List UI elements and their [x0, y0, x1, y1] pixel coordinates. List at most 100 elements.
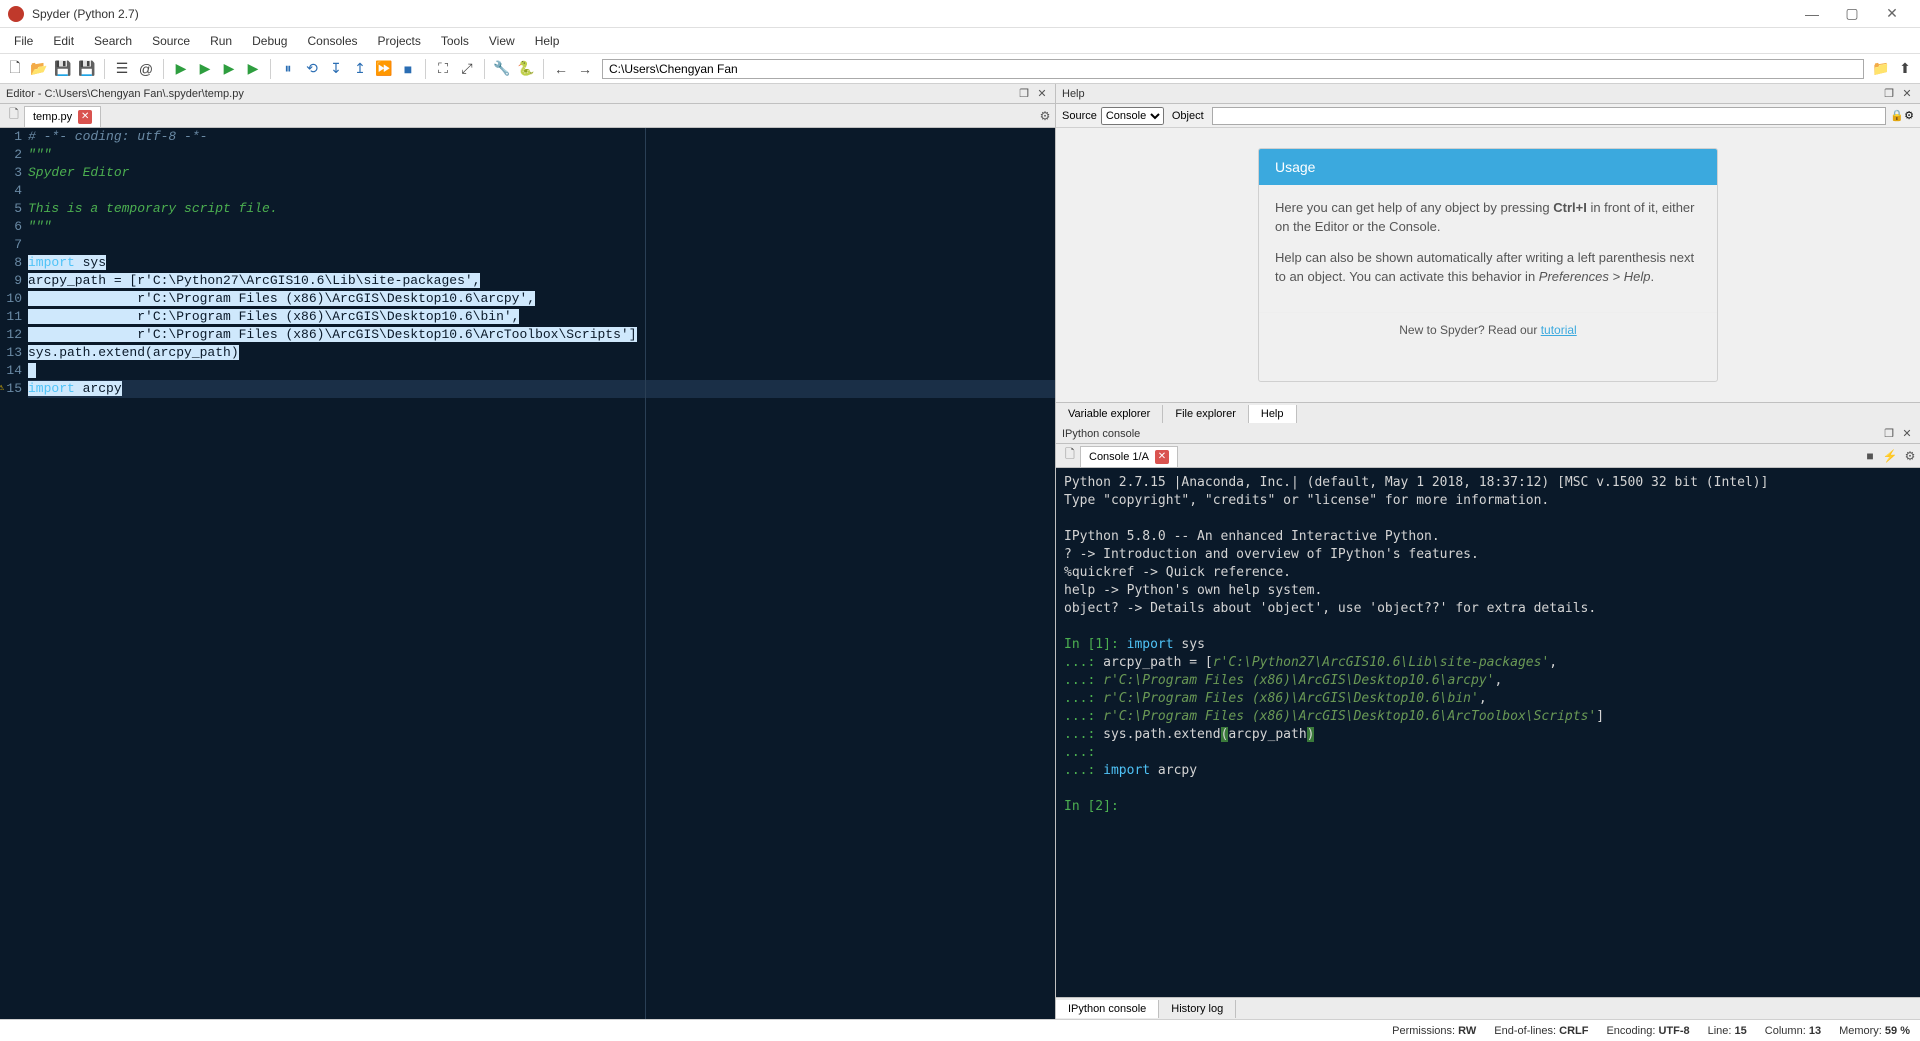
fullscreen-icon[interactable]: ⤢ — [456, 58, 478, 80]
undock-icon[interactable]: ❐ — [1882, 427, 1896, 440]
run-icon[interactable]: ▶ — [170, 58, 192, 80]
interrupt-icon[interactable]: ⚡ — [1880, 449, 1900, 463]
minimize-button[interactable]: — — [1792, 6, 1832, 22]
close-pane-icon[interactable]: ✕ — [1900, 427, 1914, 440]
toolbar: 🗋 📂 💾 💾 ☰ @ ▶ ▶ ▶ ▶ ⏸ ⟲ ↧ ↥ ⏩ ■ ⛶ ⤢ 🔧 🐍 … — [0, 54, 1920, 84]
options-icon[interactable]: ⚙ — [1900, 449, 1920, 463]
menu-run[interactable]: Run — [200, 30, 242, 52]
line-number: 1 — [0, 128, 22, 146]
code-editor[interactable]: 123456789101112131415 # -*- coding: utf-… — [0, 128, 1055, 1019]
source-label: Source — [1062, 110, 1097, 122]
menu-edit[interactable]: Edit — [43, 30, 84, 52]
step-icon[interactable]: ⟲ — [301, 58, 323, 80]
tab-history-log[interactable]: History log — [1159, 1000, 1236, 1018]
help-pane-title: Help — [1062, 88, 1878, 100]
close-pane-icon[interactable]: ✕ — [1035, 87, 1049, 100]
code-line[interactable]: """ — [28, 146, 1055, 164]
line-number: 13 — [0, 344, 22, 362]
tab-file-explorer[interactable]: File explorer — [1163, 405, 1249, 423]
undock-icon[interactable]: ❐ — [1882, 87, 1896, 100]
tab-help[interactable]: Help — [1249, 405, 1297, 423]
run-selection-icon[interactable]: ▶ — [242, 58, 264, 80]
save-icon[interactable]: 💾 — [52, 58, 74, 80]
run-cell-advance-icon[interactable]: ▶ — [218, 58, 240, 80]
forward-icon[interactable]: → — [574, 58, 596, 80]
menu-file[interactable]: File — [4, 30, 43, 52]
window-title: Spyder (Python 2.7) — [32, 7, 1792, 21]
main-area: Editor - C:\Users\Chengyan Fan\.spyder\t… — [0, 84, 1920, 1019]
code-line[interactable] — [28, 362, 1055, 380]
close-pane-icon[interactable]: ✕ — [1900, 87, 1914, 100]
menu-debug[interactable]: Debug — [242, 30, 297, 52]
source-select[interactable]: Console — [1101, 107, 1164, 125]
tab-ipython-console[interactable]: IPython console — [1056, 1000, 1159, 1018]
code-line[interactable]: import arcpy — [28, 380, 1055, 398]
save-all-icon[interactable]: 💾 — [76, 58, 98, 80]
tab-variable-explorer[interactable]: Variable explorer — [1056, 405, 1163, 423]
undock-icon[interactable]: ❐ — [1017, 87, 1031, 100]
code-line[interactable]: """ — [28, 218, 1055, 236]
code-line[interactable]: r'C:\Program Files (x86)\ArcGIS\Desktop1… — [28, 308, 1055, 326]
maximize-button[interactable]: ▢ — [1832, 5, 1872, 22]
menu-tools[interactable]: Tools — [431, 30, 479, 52]
code-line[interactable]: This is a temporary script file. — [28, 200, 1055, 218]
code-line[interactable] — [28, 182, 1055, 200]
object-input[interactable] — [1212, 107, 1887, 125]
tab-close-icon[interactable]: ✕ — [1155, 450, 1169, 464]
console-output[interactable]: Python 2.7.15 |Anaconda, Inc.| (default,… — [1056, 468, 1920, 997]
open-file-icon[interactable]: 📂 — [28, 58, 50, 80]
stop-icon[interactable]: ■ — [1860, 449, 1880, 463]
lock-icon[interactable]: 🔒 — [1890, 109, 1904, 122]
object-label: Object — [1172, 110, 1204, 122]
editor-tab[interactable]: temp.py ✕ — [24, 106, 101, 127]
code-line[interactable]: r'C:\Program Files (x86)\ArcGIS\Desktop1… — [28, 290, 1055, 308]
code-line[interactable]: import sys — [28, 254, 1055, 272]
browse-dir-icon[interactable]: 📁 — [1870, 58, 1892, 80]
separator — [543, 59, 544, 79]
editor-pane-title: Editor - C:\Users\Chengyan Fan\.spyder\t… — [6, 88, 1013, 100]
status-encoding: Encoding: UTF-8 — [1606, 1025, 1689, 1037]
tutorial-link[interactable]: tutorial — [1541, 323, 1577, 337]
debug-icon[interactable]: ⏸ — [277, 58, 299, 80]
line-number: 7 — [0, 236, 22, 254]
console-pane-title: IPython console — [1062, 428, 1878, 440]
at-icon[interactable]: @ — [135, 58, 157, 80]
options-icon[interactable]: ⚙ — [1904, 109, 1914, 122]
back-icon[interactable]: ← — [550, 58, 572, 80]
run-cell-icon[interactable]: ▶ — [194, 58, 216, 80]
menu-projects[interactable]: Projects — [368, 30, 431, 52]
close-button[interactable]: ✕ — [1872, 5, 1912, 22]
menu-consoles[interactable]: Consoles — [297, 30, 367, 52]
options-icon[interactable]: ⚙ — [1035, 109, 1055, 123]
continue-icon[interactable]: ⏩ — [373, 58, 395, 80]
help-pane: Help ❐ ✕ Source Console Object 🔒 ⚙ Usage… — [1056, 84, 1920, 424]
status-eol: End-of-lines: CRLF — [1494, 1025, 1588, 1037]
code-line[interactable] — [28, 236, 1055, 254]
python-path-icon[interactable]: 🐍 — [515, 58, 537, 80]
code-line[interactable]: r'C:\Program Files (x86)\ArcGIS\Desktop1… — [28, 326, 1055, 344]
preferences-icon[interactable]: 🔧 — [491, 58, 513, 80]
code-line[interactable]: # -*- coding: utf-8 -*- — [28, 128, 1055, 146]
editor-pane-header: Editor - C:\Users\Chengyan Fan\.spyder\t… — [0, 84, 1055, 104]
browse-tabs-icon[interactable]: 🗋 — [1060, 445, 1080, 466]
status-line: Line: 15 — [1708, 1025, 1747, 1037]
menu-help[interactable]: Help — [525, 30, 570, 52]
parent-dir-icon[interactable]: ⬆ — [1894, 58, 1916, 80]
browse-tabs-icon[interactable]: 🗋 — [4, 105, 24, 126]
tab-close-icon[interactable]: ✕ — [78, 110, 92, 124]
menu-search[interactable]: Search — [84, 30, 142, 52]
code-line[interactable]: arcpy_path = [r'C:\Python27\ArcGIS10.6\L… — [28, 272, 1055, 290]
console-tab[interactable]: Console 1/A ✕ — [1080, 446, 1178, 467]
step-into-icon[interactable]: ↧ — [325, 58, 347, 80]
working-directory-input[interactable] — [602, 59, 1864, 79]
maximize-pane-icon[interactable]: ⛶ — [432, 58, 454, 80]
menu-view[interactable]: View — [479, 30, 525, 52]
spyder-logo-icon — [8, 6, 24, 22]
menu-source[interactable]: Source — [142, 30, 200, 52]
code-line[interactable]: sys.path.extend(arcpy_path) — [28, 344, 1055, 362]
outline-icon[interactable]: ☰ — [111, 58, 133, 80]
code-line[interactable]: Spyder Editor — [28, 164, 1055, 182]
new-file-icon[interactable]: 🗋 — [4, 58, 26, 80]
step-out-icon[interactable]: ↥ — [349, 58, 371, 80]
stop-debug-icon[interactable]: ■ — [397, 58, 419, 80]
